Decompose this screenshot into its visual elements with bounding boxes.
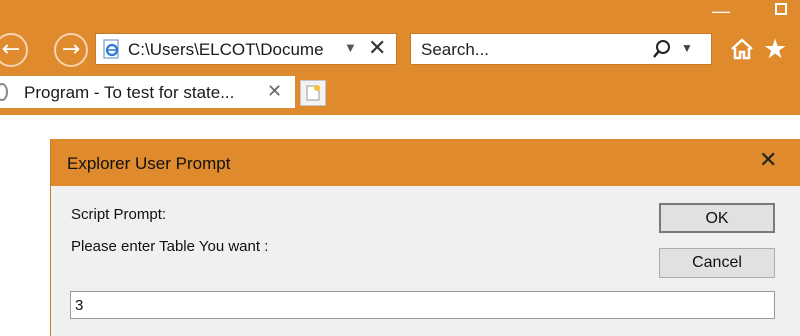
dialog-titlebar: Explorer User Prompt ✕ xyxy=(51,139,800,186)
minimize-button[interactable]: — xyxy=(710,2,732,20)
ie-page-icon xyxy=(103,39,119,59)
address-text: C:\Users\ELCOT\Docume xyxy=(128,40,324,59)
tab-close-icon[interactable]: ✕ xyxy=(267,81,282,102)
search-dropdown-icon[interactable]: ▼ xyxy=(681,41,693,55)
back-arrow-icon: ← xyxy=(1,37,21,62)
search-placeholder: Search... xyxy=(421,40,490,59)
search-icon[interactable] xyxy=(651,38,673,60)
tab-loading-icon xyxy=(0,83,8,101)
window-controls: — xyxy=(680,0,800,22)
navigation-bar: ← → C:\Users\ELCOT\Docume ▼ ✕ Search... … xyxy=(0,31,800,71)
browser-chrome: — ← → C:\Users\ELCOT\Docume ▼ ✕ Search..… xyxy=(0,0,800,115)
prompt-input[interactable] xyxy=(70,291,775,319)
new-tab-icon xyxy=(306,85,320,101)
browser-tab[interactable]: Program - To test for state... ✕ xyxy=(0,75,296,109)
home-icon[interactable] xyxy=(730,37,754,61)
close-icon[interactable]: ✕ xyxy=(368,35,386,61)
script-prompt-label: Script Prompt: xyxy=(71,206,167,223)
ok-button[interactable]: OK xyxy=(659,203,775,233)
search-box[interactable]: Search... ▼ xyxy=(410,33,712,65)
back-button[interactable]: ← xyxy=(0,33,28,67)
prompt-message: Please enter Table You want : xyxy=(71,238,269,255)
new-tab-button[interactable] xyxy=(300,80,326,106)
address-dropdown-icon[interactable]: ▼ xyxy=(344,40,357,55)
maximize-button[interactable] xyxy=(775,3,787,15)
dialog-body: Script Prompt: Please enter Table You wa… xyxy=(51,186,800,336)
favorites-star-icon[interactable]: ★ xyxy=(763,34,787,65)
cancel-button[interactable]: Cancel xyxy=(659,248,775,278)
prompt-dialog: Explorer User Prompt ✕ Script Prompt: Pl… xyxy=(50,139,800,336)
address-bar[interactable]: C:\Users\ELCOT\Docume ▼ ✕ xyxy=(95,33,397,65)
forward-button[interactable]: → xyxy=(54,33,88,67)
dialog-title: Explorer User Prompt xyxy=(67,154,231,173)
dialog-close-icon[interactable]: ✕ xyxy=(759,148,777,173)
forward-arrow-icon: → xyxy=(61,37,81,62)
tab-title: Program - To test for state... xyxy=(24,83,235,102)
